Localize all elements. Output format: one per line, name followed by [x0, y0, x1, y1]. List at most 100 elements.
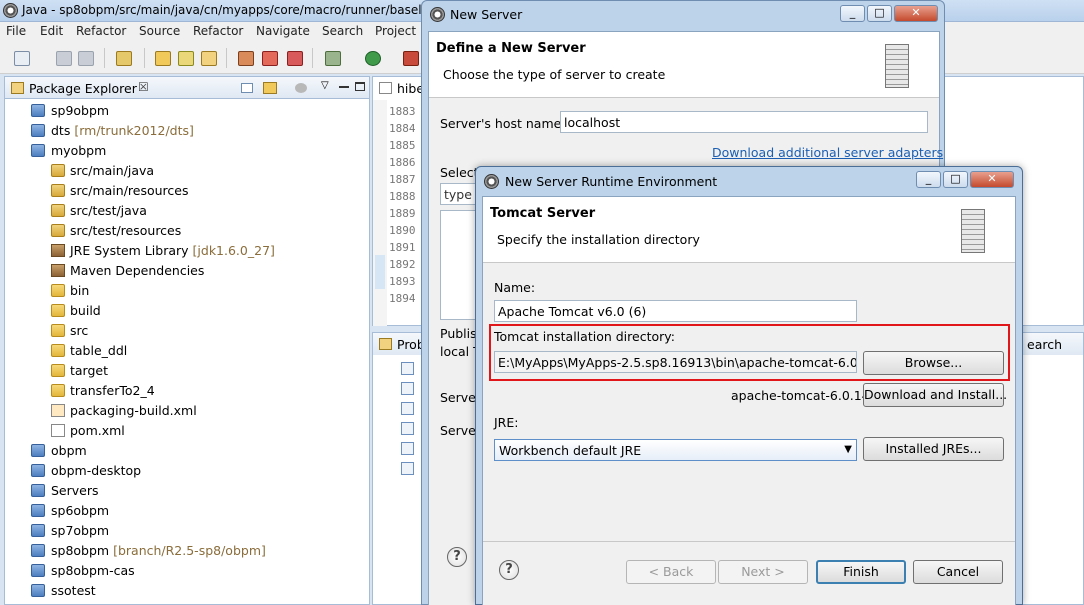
server-entry-icon [401, 422, 414, 435]
menu-navigate[interactable]: Navigate [256, 24, 310, 38]
close-button[interactable]: ✕ [894, 5, 938, 22]
server-entry-icon [401, 362, 414, 375]
runtime-subheading: Specify the installation directory [497, 232, 700, 247]
help-icon[interactable]: ? [447, 547, 467, 567]
collapse-all-icon[interactable] [241, 83, 253, 93]
project-icon [31, 524, 45, 537]
project-icon [31, 504, 45, 517]
focus-icon[interactable] [295, 83, 307, 93]
new-server-subheading: Choose the type of server to create [443, 67, 666, 82]
folder-icon [51, 364, 65, 377]
runtime-body: Tomcat Server Specify the installation d… [482, 196, 1016, 605]
new-server-header: Define a New Server Choose the type of s… [429, 32, 939, 98]
link-with-editor-icon[interactable] [263, 82, 277, 94]
new-server-title-bar: New Server _ □ ✕ [422, 1, 944, 29]
close-view-icon[interactable]: ☒ [138, 80, 149, 94]
folder-icon [51, 384, 65, 397]
download-adapters-link[interactable]: Download additional server adapters [712, 145, 943, 160]
browse-button[interactable]: Browse... [863, 351, 1004, 375]
stop-icon[interactable] [287, 51, 303, 66]
divider [483, 541, 1015, 542]
menu-source[interactable]: Source [139, 24, 180, 38]
runtime-heading: Tomcat Server [490, 206, 596, 221]
host-name-label: Server's host name: [440, 116, 566, 131]
server-entry-icon [401, 442, 414, 455]
package-explorer-icon [11, 82, 24, 94]
new-java-class-icon[interactable] [178, 51, 194, 66]
server-entry-icon [401, 462, 414, 475]
project-icon [31, 124, 45, 137]
download-version-label: apache-tomcat-6.0.14 [731, 388, 870, 403]
close-button[interactable]: ✕ [970, 171, 1014, 188]
menu-search[interactable]: Search [322, 24, 363, 38]
name-input[interactable]: Apache Tomcat v6.0 (6) [494, 300, 857, 322]
dialog-app-icon [484, 174, 499, 189]
server-entry-icon [401, 382, 414, 395]
maximize-button[interactable]: □ [867, 5, 892, 22]
folder-icon [51, 344, 65, 357]
source-folder-icon [51, 224, 65, 237]
project-icon [31, 484, 45, 497]
finish-button[interactable]: Finish [816, 560, 906, 584]
installed-jres-button[interactable]: Installed JREs... [863, 437, 1004, 461]
eclipse-app-icon [3, 3, 18, 18]
server-icon [885, 44, 909, 88]
new-icon[interactable] [14, 51, 30, 66]
jre-selected-value: Workbench default JRE [499, 443, 642, 458]
source-folder-icon [51, 164, 65, 177]
dialog-app-icon [430, 7, 445, 22]
runtime-header: Tomcat Server Specify the installation d… [483, 197, 1015, 263]
project-icon [31, 544, 45, 557]
package-explorer: Package Explorer ☒ ▽ sp9obpm dts [rm/tru… [4, 76, 370, 605]
library-icon [51, 264, 65, 277]
back-button[interactable]: < Back [626, 560, 716, 584]
debug-icon[interactable] [325, 51, 341, 66]
package-explorer-tab[interactable]: Package Explorer ☒ ▽ [5, 77, 369, 99]
menu-file[interactable]: File [6, 24, 26, 38]
minimize-button[interactable]: _ [916, 171, 941, 188]
editor-tab-label: hibe [397, 81, 425, 96]
project-icon [31, 584, 45, 597]
external-tools-icon[interactable] [403, 51, 419, 66]
view-menu-icon[interactable]: ▽ [321, 80, 329, 91]
menu-refactor-2[interactable]: Refactor [193, 24, 243, 38]
project-icon [31, 464, 45, 477]
folder-icon [51, 304, 65, 317]
server-icon [961, 209, 985, 253]
installation-directory-input[interactable]: E:\MyApps\MyApps-2.5.sp8.16913\bin\apach… [494, 351, 857, 373]
next-button[interactable]: Next > [718, 560, 808, 584]
jre-select[interactable]: Workbench default JRE ▼ [494, 439, 857, 461]
folder-icon [51, 324, 65, 337]
save-icon[interactable] [56, 51, 72, 66]
problems-icon [379, 338, 392, 350]
cancel-build-icon[interactable] [262, 51, 278, 66]
menu-project[interactable]: Project [375, 24, 416, 38]
maximize-view-icon[interactable] [355, 82, 365, 91]
installation-directory-label: Tomcat installation directory: [494, 329, 675, 344]
refresh-icon[interactable] [238, 51, 254, 66]
save-all-icon[interactable] [78, 51, 94, 66]
project-icon [31, 564, 45, 577]
host-name-input[interactable]: localhost [560, 111, 928, 133]
dropdown-arrow-icon: ▼ [844, 444, 852, 455]
new-server-heading: Define a New Server [436, 41, 586, 56]
help-icon[interactable]: ? [499, 560, 519, 580]
open-project-icon[interactable] [155, 51, 171, 66]
name-label: Name: [494, 280, 536, 295]
xml-file-icon [379, 82, 392, 94]
maven-project-icon [31, 144, 45, 157]
source-folder-icon [51, 184, 65, 197]
source-folder-icon [51, 204, 65, 217]
server-entry-icon [401, 402, 414, 415]
search-tab[interactable]: earch [1023, 333, 1083, 355]
menu-edit[interactable]: Edit [40, 24, 63, 38]
run-icon[interactable] [365, 51, 381, 66]
maximize-button[interactable]: □ [943, 171, 968, 188]
download-install-button[interactable]: Download and Install... [863, 383, 1007, 407]
minimize-button[interactable]: _ [840, 5, 865, 22]
minimize-view-icon[interactable] [339, 86, 349, 88]
new-package-icon[interactable] [201, 51, 217, 66]
cancel-button[interactable]: Cancel [913, 560, 1003, 584]
import-icon[interactable] [116, 51, 132, 66]
menu-refactor-1[interactable]: Refactor [76, 24, 126, 38]
